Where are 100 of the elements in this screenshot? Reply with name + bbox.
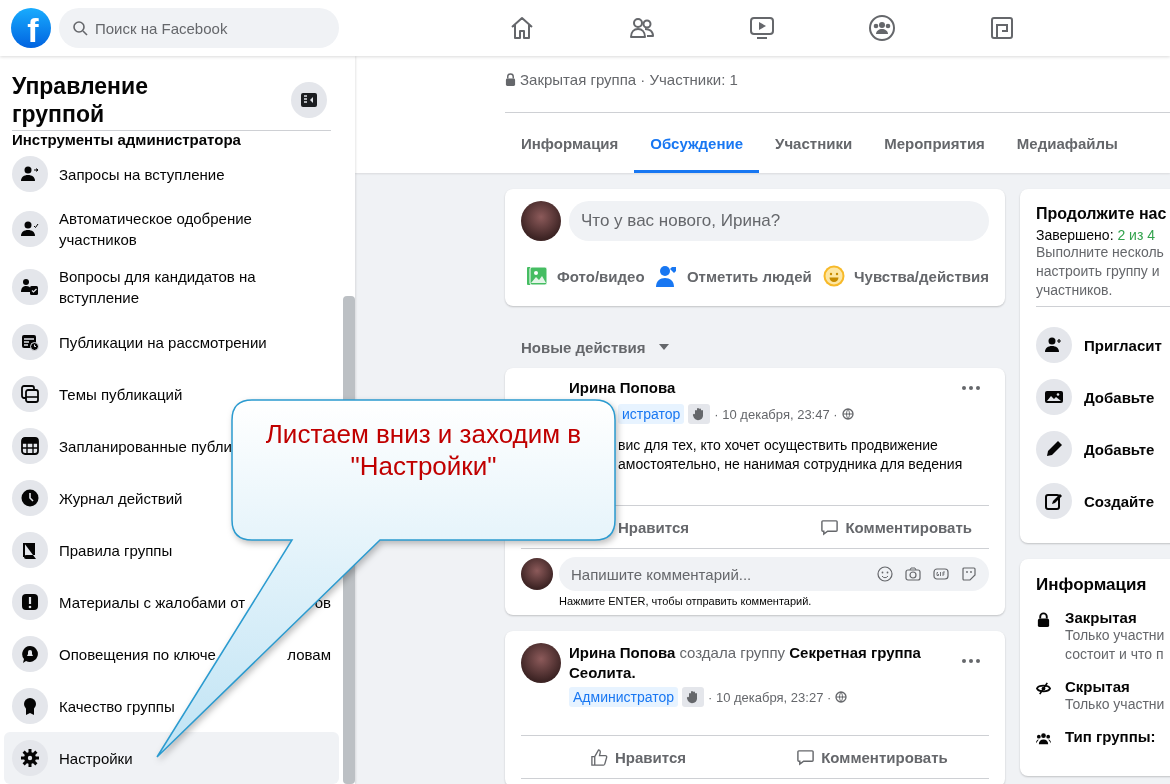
sidebar-item[interactable]: Автоматическое одобрение участников xyxy=(4,200,339,258)
like-button[interactable]: Нравится xyxy=(521,506,804,548)
sidebar-item-label: Запросы на вступление xyxy=(59,164,225,185)
group-tab[interactable]: Медиафайлы xyxy=(1000,113,1134,173)
tag-person-icon xyxy=(654,264,679,288)
speech-bubble-icon xyxy=(796,747,816,767)
sidebar-item[interactable]: Вопросы для кандидатов на вступление xyxy=(4,258,339,316)
post-headline: Ирина Попова создала группу Секретная группа Сеолита. xyxy=(569,643,922,683)
sidebar-item[interactable]: Запросы на вступление xyxy=(4,148,339,200)
avatar-photo xyxy=(521,643,561,683)
sidebar-item-label: ловам xyxy=(287,644,331,665)
info-title: Тип группы: xyxy=(1065,728,1156,745)
info-title: Скрытая xyxy=(1065,678,1131,695)
post-time[interactable]: · 10 декабря, 23:47 · xyxy=(714,406,838,422)
comment-hint: Нажмите ENTER, чтобы отправить комментарий. xyxy=(559,595,813,607)
sidebar-item[interactable]: Материалы с жалобами от ов xyxy=(4,576,339,628)
person-plus-icon xyxy=(1036,327,1072,363)
smiley-icon xyxy=(877,566,893,582)
group-icon[interactable] xyxy=(868,14,896,42)
search-icon xyxy=(72,20,88,36)
setup-task-link[interactable]: Пригласит xyxy=(1084,336,1162,354)
info-description-line: Только участни xyxy=(1065,695,1165,714)
composer-action-button[interactable]: Чувства/действия xyxy=(822,256,989,296)
group-tab[interactable]: Участники xyxy=(759,113,869,173)
sidebar-item-label: Автоматическое одобрение участников xyxy=(59,209,253,250)
group-privacy-text: Закрытая группа · Участники: 1 xyxy=(520,70,738,88)
calendar-grid-icon xyxy=(12,428,48,464)
group-tab[interactable]: Мероприятия xyxy=(868,113,1001,173)
sidebar-item[interactable]: Оповещения по ключе ловам xyxy=(4,628,339,680)
people-icon xyxy=(1036,731,1051,746)
composer-action-button[interactable]: Фото/видео xyxy=(525,256,645,296)
progress-label: Завершено: xyxy=(1036,227,1114,243)
post-text-line: вис для тех, кто хочет осуществить продвижение xyxy=(618,436,939,455)
sidebar-item[interactable]: Правила группы xyxy=(4,524,339,576)
facebook-logo[interactable]: f xyxy=(11,8,51,48)
eye-slash-icon xyxy=(1036,681,1051,696)
sidebar-item-label: Вопросы для кандидатов на вступление xyxy=(59,267,257,308)
speech-bubble-icon xyxy=(820,517,840,537)
composer-action-button[interactable]: Отметить людей xyxy=(654,256,812,296)
image-icon xyxy=(1036,379,1072,415)
sidebar-item-label: Настройки xyxy=(59,748,133,769)
card-title: Продолжите нас xyxy=(1036,205,1168,223)
sidebar-item-label: Запланированные публи xyxy=(59,436,232,457)
clock-icon xyxy=(12,480,48,516)
search-field[interactable]: Поиск на Facebook xyxy=(59,8,339,48)
video-icon[interactable] xyxy=(748,14,776,42)
setup-task-link[interactable]: Добавьте xyxy=(1084,388,1155,406)
waving-hand-icon xyxy=(682,687,704,707)
post-time[interactable]: · 10 декабря, 23:27 · xyxy=(708,689,832,705)
book-icon xyxy=(12,532,48,568)
list-clock-icon xyxy=(12,324,48,360)
sidebar-item[interactable]: Качество группы xyxy=(4,680,339,732)
person-check-icon xyxy=(12,211,48,247)
post-text-line: амостоятельно, не нанимая сотрудника для ведения xyxy=(618,455,964,474)
sidebar-title: Управление группой xyxy=(12,72,149,128)
pencil-icon xyxy=(1036,431,1072,467)
sidebar-item[interactable]: Темы публикаций xyxy=(4,368,339,420)
sidebar-item[interactable]: Публикации на рассмотрении xyxy=(4,316,339,368)
avatar-photo xyxy=(521,558,553,590)
collapse-sidebar-button[interactable] xyxy=(291,82,327,118)
three-dots-icon xyxy=(961,658,981,664)
group-tab[interactable]: Обсуждение xyxy=(634,113,760,173)
info-title: Закрытая xyxy=(1065,609,1138,626)
caret-icon xyxy=(657,343,670,351)
sidebar-item-label: Правила группы xyxy=(59,540,173,561)
sidebar-item-label: Журнал действий xyxy=(59,488,183,509)
description-line: Выполните несколь xyxy=(1036,243,1165,262)
waving-hand-icon xyxy=(688,404,711,424)
three-dots-icon xyxy=(961,385,981,391)
sticker-icon xyxy=(961,566,977,582)
gif-icon xyxy=(933,566,949,582)
ribbon-badge-icon xyxy=(12,688,48,724)
sidebar-item-label: Публикации на рассмотрении xyxy=(59,332,267,353)
group-tab[interactable]: Информация xyxy=(505,113,635,173)
smiley-icon xyxy=(822,264,847,288)
sidebar-item-label: Оповещения по ключе xyxy=(59,644,216,665)
comment-button[interactable]: Комментировать xyxy=(803,506,989,548)
post-input-field[interactable]: Что у вас нового, Ирина? xyxy=(569,201,989,241)
lock-icon xyxy=(1036,612,1051,627)
stacked-cards-icon xyxy=(12,376,48,412)
avatar-photo xyxy=(521,201,561,241)
role-badge: Администратор xyxy=(569,687,678,707)
like-button[interactable]: Нравится xyxy=(521,736,755,778)
photo-icon xyxy=(525,264,549,288)
author-name[interactable]: Ирина Попова xyxy=(569,380,676,396)
setup-task-link[interactable]: Создайте xyxy=(1084,492,1155,510)
camera-icon xyxy=(905,566,921,582)
bell-bubble-icon xyxy=(12,636,48,672)
sidebar-item-label: Темы публикаций xyxy=(59,384,183,405)
sort-dropdown[interactable]: Новые действия xyxy=(521,337,1005,357)
gaming-frame-icon[interactable] xyxy=(988,14,1016,42)
person-clipboard-icon xyxy=(12,269,48,305)
comment-button[interactable]: Комментировать xyxy=(755,736,989,778)
comment-input-field[interactable]: Напишите комментарий... xyxy=(559,557,989,591)
sidebar-item[interactable]: Настройки xyxy=(4,732,339,784)
globe-icon xyxy=(835,691,848,703)
description-line: участников. xyxy=(1036,281,1114,300)
section-heading: Инструменты администратора xyxy=(11,131,242,148)
setup-task-link[interactable]: Добавьте xyxy=(1084,440,1155,458)
description-line: настроить группу и xyxy=(1036,262,1161,281)
